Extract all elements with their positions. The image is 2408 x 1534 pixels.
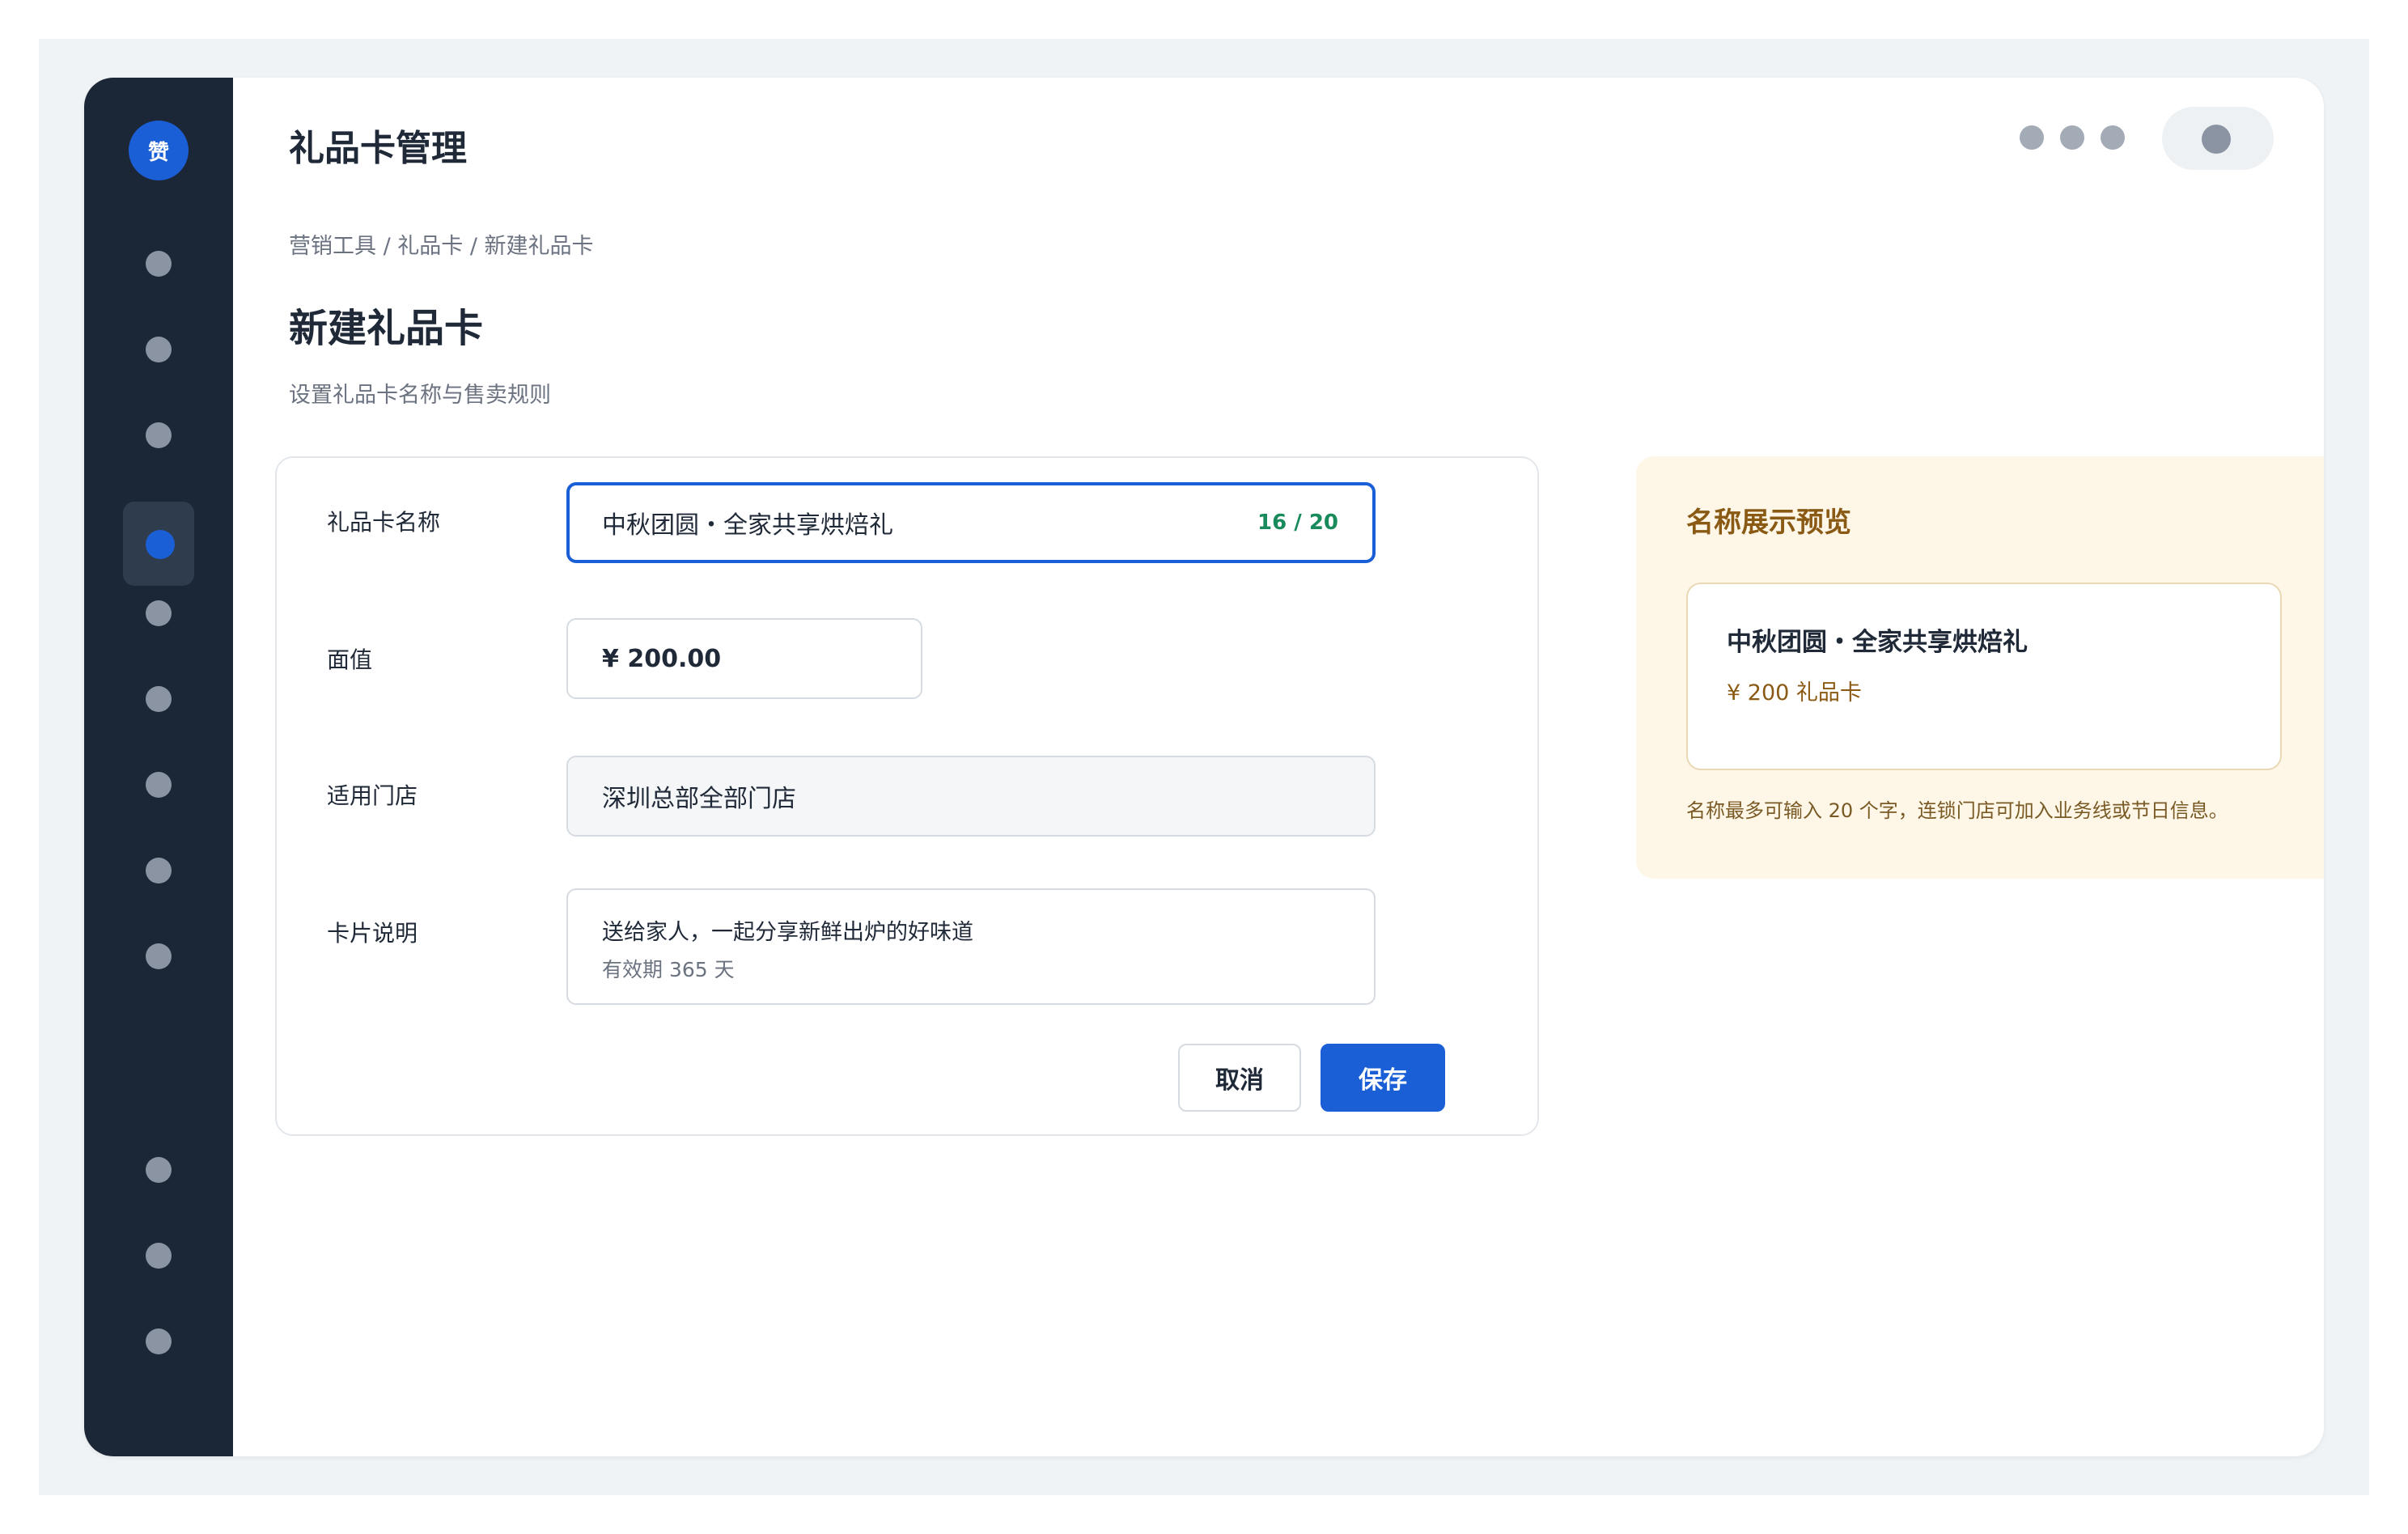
card-description-textarea[interactable]: 送给家人，一起分享新鲜出炉的好味道 有效期 365 天 — [566, 888, 1376, 1005]
user-avatar-icon — [2202, 125, 2231, 154]
char-counter: 16 / 20 — [1257, 511, 1338, 535]
brand-logo[interactable]: 赞 — [129, 121, 189, 180]
preview-hint: 名称最多可输入 20 个字，连锁门店可加入业务线或节日信息。 — [1686, 799, 2228, 822]
nav-item-7-icon[interactable] — [146, 772, 172, 798]
breadcrumb[interactable]: 营销工具 / 礼品卡 / 新建礼品卡 — [289, 228, 594, 260]
applicable-stores-field[interactable]: 深圳总部全部门店 — [566, 756, 1376, 837]
preview-card-value: ¥ 200 礼品卡 — [1727, 680, 1862, 706]
nav-item-6-icon[interactable] — [146, 686, 172, 712]
face-value-value: ¥ 200.00 — [602, 644, 722, 673]
page-subtitle: 设置礼品卡名称与售卖规则 — [289, 383, 551, 408]
more-dot-3-icon[interactable] — [2101, 125, 2125, 150]
save-button[interactable]: 保存 — [1321, 1044, 1445, 1112]
face-value-input[interactable]: ¥ 200.00 — [566, 618, 922, 699]
applicable-stores-value: 深圳总部全部门店 — [602, 785, 796, 813]
page-title: 新建礼品卡 — [289, 306, 484, 351]
nav-bottom-1-icon[interactable] — [146, 1157, 172, 1183]
nav-item-2-icon[interactable] — [146, 337, 172, 362]
applicable-stores-label: 适用门店 — [327, 782, 418, 809]
nav-bottom-2-icon[interactable] — [146, 1243, 172, 1269]
gift-card-name-value: 中秋团圆・全家共享烘焙礼 — [602, 511, 893, 540]
preview-title: 名称展示预览 — [1686, 506, 1851, 539]
card-description-line1: 送给家人，一起分享新鲜出炉的好味道 — [602, 920, 973, 945]
card-description-label: 卡片说明 — [327, 920, 418, 947]
nav-item-5-icon[interactable] — [146, 600, 172, 626]
nav-item-3-icon[interactable] — [146, 422, 172, 448]
cancel-button[interactable]: 取消 — [1178, 1044, 1301, 1112]
nav-item-8-icon[interactable] — [146, 858, 172, 884]
nav-bottom-3-icon[interactable] — [146, 1328, 172, 1354]
nav-item-9-icon[interactable] — [146, 943, 172, 969]
sidebar: 赞 — [84, 78, 233, 1456]
more-dot-1-icon[interactable] — [2020, 125, 2044, 150]
nav-item-active-icon — [146, 530, 175, 559]
card-description-line2: 有效期 365 天 — [602, 958, 735, 981]
app-title: 礼品卡管理 — [289, 128, 467, 169]
preview-card-name: 中秋团圆・全家共享烘焙礼 — [1727, 628, 2028, 657]
face-value-label: 面值 — [327, 646, 373, 673]
gift-card-name-input[interactable]: 中秋团圆・全家共享烘焙礼 16 / 20 — [566, 482, 1376, 563]
gift-card-name-label: 礼品卡名称 — [327, 509, 441, 536]
nav-item-1-icon[interactable] — [146, 251, 172, 277]
app-window: 赞 礼品卡管理 营销工具 / 礼品卡 / 新建礼品卡 新建礼品卡 设置礼品卡名称… — [84, 78, 2324, 1456]
more-dot-2-icon[interactable] — [2060, 125, 2084, 150]
